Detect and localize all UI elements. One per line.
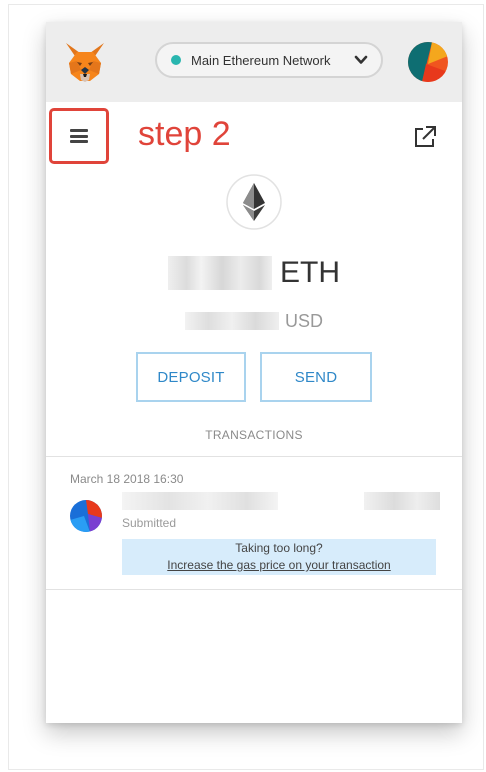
slow-transaction-alert: Taking too long? Increase the gas price … (122, 539, 436, 575)
network-status-dot (171, 55, 181, 65)
increase-gas-link[interactable]: Increase the gas price on your transacti… (167, 557, 390, 574)
eth-balance-row: ETH (46, 254, 462, 292)
eth-unit-label: ETH (280, 256, 340, 289)
transaction-date: March 18 2018 16:30 (70, 472, 184, 486)
hamburger-menu-icon (70, 129, 88, 143)
alert-title: Taking too long? (235, 541, 323, 555)
transactions-heading: TRANSACTIONS (205, 428, 303, 442)
open-in-new-tab-icon[interactable] (412, 124, 438, 150)
network-selector[interactable]: Main Ethereum Network (155, 42, 383, 78)
redacted-transaction-amount (364, 492, 440, 510)
divider (46, 456, 462, 457)
ethereum-logo-icon (226, 174, 282, 230)
transaction-status: Submitted (122, 516, 177, 530)
chevron-down-icon (354, 55, 368, 64)
step-annotation: step 2 (138, 115, 231, 153)
metamask-fox-icon[interactable] (63, 40, 107, 84)
divider (46, 589, 462, 590)
top-bar: Main Ethereum Network (46, 22, 462, 102)
redacted-usd-amount (184, 312, 279, 330)
network-label: Main Ethereum Network (191, 52, 331, 68)
hamburger-menu-button[interactable] (49, 108, 109, 164)
redacted-eth-amount (168, 256, 272, 290)
transaction-identicon-icon (70, 500, 102, 532)
redacted-transaction-address (122, 492, 278, 510)
metamask-popup: Main Ethereum Network step 2 ETH USD DEP… (46, 22, 462, 723)
identicon-avatar-icon[interactable] (408, 42, 448, 82)
usd-balance-row: USD (46, 310, 462, 332)
send-button[interactable]: SEND (260, 352, 372, 402)
deposit-button[interactable]: DEPOSIT (136, 352, 246, 402)
usd-unit-label: USD (284, 310, 323, 331)
